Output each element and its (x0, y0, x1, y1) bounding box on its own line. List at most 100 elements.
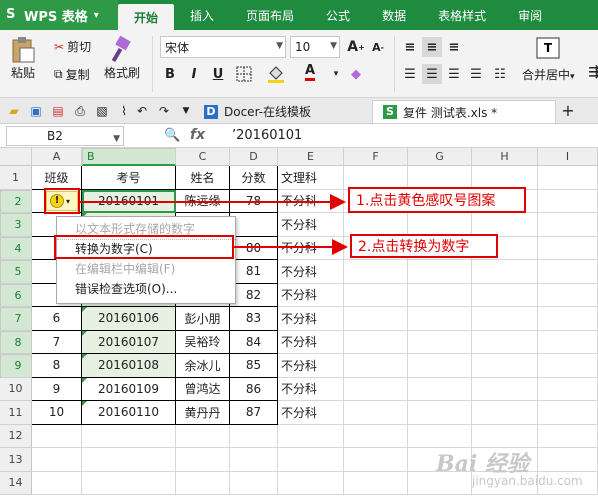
cell-f14[interactable] (344, 471, 408, 495)
cell-f6[interactable] (344, 283, 408, 307)
cell-h9[interactable] (472, 354, 538, 378)
cell-d9[interactable]: 85 (230, 354, 278, 378)
cell-g11[interactable] (408, 401, 472, 425)
cell-e6[interactable]: 不分科 (278, 283, 344, 307)
align-top-button[interactable]: ≡ (400, 37, 420, 57)
cell-b12[interactable] (82, 424, 176, 448)
row-header-8[interactable]: 8 (0, 330, 32, 354)
row-header-3[interactable]: 3 (0, 213, 32, 237)
cell-d2[interactable]: 78 (230, 189, 278, 213)
cell-g10[interactable] (408, 377, 472, 401)
cell-i6[interactable] (538, 283, 598, 307)
menu-item-error-options[interactable]: 错误检查选项(O)... (75, 279, 177, 299)
cell-a11[interactable]: 10 (32, 401, 82, 425)
cell-c10[interactable]: 曾鸿达 (176, 377, 230, 401)
row-header-11[interactable]: 11 (0, 401, 32, 425)
cell-d4[interactable]: 80 (230, 236, 278, 260)
justify-button[interactable]: ☰ (466, 64, 486, 84)
cell-e13[interactable] (278, 448, 344, 472)
cell-i1[interactable] (538, 166, 598, 190)
cell-b10[interactable]: 20160109 (82, 377, 176, 401)
underline-button[interactable]: U (208, 64, 228, 84)
cell-f3[interactable] (344, 213, 408, 237)
cell-f9[interactable] (344, 354, 408, 378)
cell-f12[interactable] (344, 424, 408, 448)
cell-b7[interactable]: 20160106 (82, 307, 176, 331)
column-header-b[interactable]: B (82, 148, 176, 166)
format-painter-button[interactable]: 格式刷 (104, 36, 140, 81)
fill-color-button[interactable] (266, 64, 286, 84)
cell-d5[interactable]: 81 (230, 260, 278, 284)
align-right-button[interactable]: ☰ (444, 64, 464, 84)
cell-d12[interactable] (230, 424, 278, 448)
redo-icon[interactable]: ↷ (156, 103, 172, 119)
cell-f13[interactable] (344, 448, 408, 472)
cell-h5[interactable] (472, 260, 538, 284)
cell-g5[interactable] (408, 260, 472, 284)
cell-i4[interactable] (538, 236, 598, 260)
cell-h7[interactable] (472, 307, 538, 331)
cell-d3[interactable] (230, 213, 278, 237)
cell-c7[interactable]: 彭小朋 (176, 307, 230, 331)
row-header-10[interactable]: 10 (0, 377, 32, 401)
cell-h1[interactable] (472, 166, 538, 190)
cell-a10[interactable]: 9 (32, 377, 82, 401)
cell-i12[interactable] (538, 424, 598, 448)
print-icon[interactable]: ⎙ (72, 103, 88, 119)
cell-a14[interactable] (32, 471, 82, 495)
cell-h11[interactable] (472, 401, 538, 425)
row-header-2[interactable]: 2 (0, 189, 32, 213)
cell-a7[interactable]: 6 (32, 307, 82, 331)
column-header-h[interactable]: H (472, 148, 538, 166)
row-header-9[interactable]: 9 (0, 354, 32, 378)
cell-e11[interactable]: 不分科 (278, 401, 344, 425)
row-header-6[interactable]: 6 (0, 283, 32, 307)
save-icon[interactable]: ▣ (28, 103, 44, 119)
cell-d13[interactable] (230, 448, 278, 472)
cell-f5[interactable] (344, 260, 408, 284)
row-header-14[interactable]: 14 (0, 471, 32, 495)
column-header-d[interactable]: D (230, 148, 278, 166)
cut-button[interactable]: ✂ 剪切 (54, 38, 91, 55)
chevron-down-icon[interactable]: ▾ (326, 64, 346, 84)
cell-e8[interactable]: 不分科 (278, 330, 344, 354)
distributed-button[interactable]: ☷ (490, 64, 510, 84)
cell-h12[interactable] (472, 424, 538, 448)
cell-e7[interactable]: 不分科 (278, 307, 344, 331)
cell-h3[interactable] (472, 213, 538, 237)
cell-c11[interactable]: 黄丹丹 (176, 401, 230, 425)
wrap-text-button[interactable]: ⇶ (584, 62, 598, 82)
increase-font-button[interactable]: A + (346, 37, 366, 57)
format-painter-icon[interactable]: ⌇ (116, 103, 132, 119)
font-size-select[interactable]: 10 ▼ (290, 36, 340, 58)
cell-a1[interactable]: 班级 (32, 166, 82, 190)
undo-icon[interactable]: ↶ (134, 103, 150, 119)
cell-i7[interactable] (538, 307, 598, 331)
cell-g3[interactable] (408, 213, 472, 237)
cell-c9[interactable]: 余冰儿 (176, 354, 230, 378)
cell-e3[interactable]: 不分科 (278, 213, 344, 237)
cell-f8[interactable] (344, 330, 408, 354)
function-icon[interactable]: fx (190, 127, 205, 143)
cell-e12[interactable] (278, 424, 344, 448)
cell-d1[interactable]: 分数 (230, 166, 278, 190)
cell-g1[interactable] (408, 166, 472, 190)
new-tab-icon[interactable]: + (560, 103, 576, 119)
cell-c2[interactable]: 陈远缘 (176, 189, 230, 213)
cell-e4[interactable]: 不分科 (278, 236, 344, 260)
bold-button[interactable]: B (160, 64, 180, 84)
column-header-c[interactable]: C (176, 148, 230, 166)
tab-review[interactable]: 审阅 (502, 0, 558, 30)
name-box[interactable]: B2 ▼ (6, 126, 124, 146)
cell-a13[interactable] (32, 448, 82, 472)
tab-formula[interactable]: 公式 (310, 0, 366, 30)
cell-g7[interactable] (408, 307, 472, 331)
column-header-f[interactable]: F (344, 148, 408, 166)
tab-table-style[interactable]: 表格样式 (422, 0, 502, 30)
formula-input[interactable]: ’20160101 (232, 128, 302, 143)
cell-i3[interactable] (538, 213, 598, 237)
cell-c8[interactable]: 吴裕玲 (176, 330, 230, 354)
cell-b11[interactable]: 20160110 (82, 401, 176, 425)
cell-b8[interactable]: 20160107 (82, 330, 176, 354)
cell-i2[interactable] (538, 189, 598, 213)
